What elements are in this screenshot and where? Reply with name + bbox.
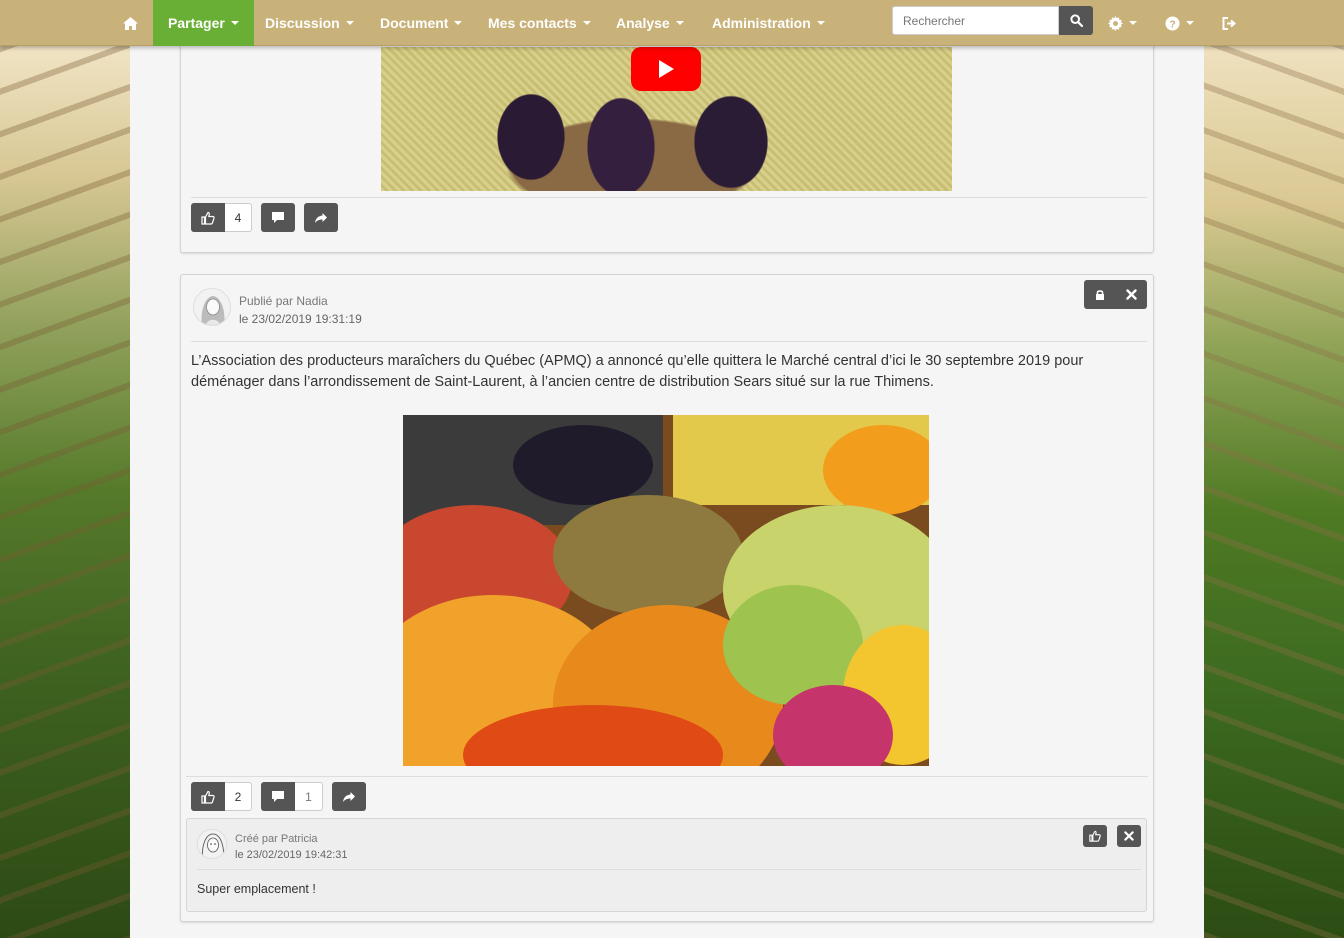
share-button[interactable] — [304, 203, 338, 232]
post-divider — [191, 197, 1147, 198]
post-meta: Publié par Nadia le 23/02/2019 19:31:19 — [239, 292, 362, 328]
logout-button[interactable] — [1221, 0, 1237, 46]
search-icon — [1069, 14, 1083, 27]
post-author: Publié par Nadia — [239, 294, 328, 308]
photo-shape — [553, 495, 743, 615]
avatar-patricia-icon — [198, 830, 226, 858]
logout-icon — [1222, 16, 1237, 30]
svg-text:?: ? — [1169, 19, 1175, 30]
post-divider — [186, 776, 1148, 777]
help-icon: ? — [1165, 15, 1180, 31]
nav-document[interactable]: Document — [380, 0, 463, 46]
share-button[interactable] — [332, 782, 366, 811]
chevron-down-icon — [1129, 21, 1137, 25]
play-icon — [659, 60, 674, 78]
lock-icon — [1096, 289, 1104, 300]
nav-mes-contacts[interactable]: Mes contacts — [488, 0, 591, 46]
avatar-nadia-icon — [194, 289, 230, 325]
nav-administration-label: Administration — [712, 15, 811, 31]
nav-analyse-label: Analyse — [616, 15, 670, 31]
post-card-market: Publié par Nadia le 23/02/2019 19:31:19 … — [180, 274, 1154, 922]
chevron-down-icon — [582, 21, 591, 25]
nav-partager[interactable]: Partager — [153, 0, 254, 46]
share-icon — [315, 212, 327, 223]
share-icon — [343, 791, 355, 802]
comment-delete-button[interactable] — [1117, 825, 1141, 847]
post-text: L’Association des producteurs maraîchers… — [191, 353, 1084, 390]
nav-discussion-label: Discussion — [265, 15, 340, 31]
like-count: 4 — [225, 203, 252, 232]
comment-date: le 23/02/2019 19:42:31 — [235, 849, 348, 861]
search-button[interactable] — [1059, 6, 1093, 35]
post-divider — [191, 341, 1147, 342]
gear-icon — [1108, 15, 1123, 31]
comment-count: 1 — [295, 782, 323, 811]
main-column: 4 Publié par Nadia le 23/02/2019 19:31:1… — [130, 36, 1204, 938]
video-thumbnail[interactable] — [381, 47, 952, 191]
chevron-down-icon — [345, 21, 354, 25]
comment-meta: Créé par Patricia le 23/02/2019 19:42:31 — [235, 831, 348, 863]
post-card-video: 4 — [180, 36, 1154, 253]
chevron-down-icon — [1186, 21, 1194, 25]
like-button[interactable] — [191, 203, 225, 232]
search-input[interactable] — [892, 6, 1059, 35]
chevron-down-icon — [230, 21, 239, 25]
nav-mes-contacts-label: Mes contacts — [488, 15, 577, 31]
avatar-nadia — [193, 288, 231, 326]
thumbs-up-icon — [201, 790, 215, 804]
close-icon — [1124, 831, 1134, 841]
nav-analyse[interactable]: Analyse — [616, 0, 684, 46]
like-button[interactable] — [191, 782, 225, 811]
close-icon — [1125, 289, 1137, 300]
comment-card: Créé par Patricia le 23/02/2019 19:42:31… — [186, 818, 1147, 912]
delete-post-button[interactable] — [1115, 280, 1147, 309]
comment-divider — [197, 869, 1141, 870]
chevron-down-icon — [675, 21, 684, 25]
comment-like-button[interactable] — [1083, 825, 1107, 847]
like-count: 2 — [225, 782, 252, 811]
chevron-down-icon — [454, 21, 463, 25]
comment-text: Super emplacement ! — [197, 882, 316, 896]
comment-button[interactable] — [261, 203, 295, 232]
nav-partager-label: Partager — [168, 15, 225, 31]
youtube-play-button[interactable] — [631, 47, 701, 91]
background-left — [0, 46, 130, 938]
comment-icon — [272, 212, 284, 223]
thumbs-up-icon — [1089, 830, 1101, 842]
top-navbar: Partager Discussion Document Mes contact… — [0, 0, 1344, 46]
avatar-patricia — [197, 829, 227, 859]
lock-button[interactable] — [1084, 280, 1116, 309]
nav-administration[interactable]: Administration — [712, 0, 825, 46]
background-right — [1204, 46, 1344, 938]
fruit-market-photo[interactable] — [403, 415, 929, 766]
comment-button[interactable] — [261, 782, 295, 811]
nav-discussion[interactable]: Discussion — [265, 0, 354, 46]
settings-menu[interactable] — [1108, 0, 1137, 46]
post-date: le 23/02/2019 19:31:19 — [239, 312, 362, 326]
comment-icon — [272, 791, 284, 802]
photo-shape — [513, 425, 653, 505]
help-menu[interactable]: ? — [1165, 0, 1194, 46]
home-icon[interactable] — [122, 0, 139, 46]
nav-document-label: Document — [380, 15, 449, 31]
comment-author: Créé par Patricia — [235, 833, 318, 845]
thumbs-up-icon — [201, 211, 215, 225]
chevron-down-icon — [816, 21, 825, 25]
